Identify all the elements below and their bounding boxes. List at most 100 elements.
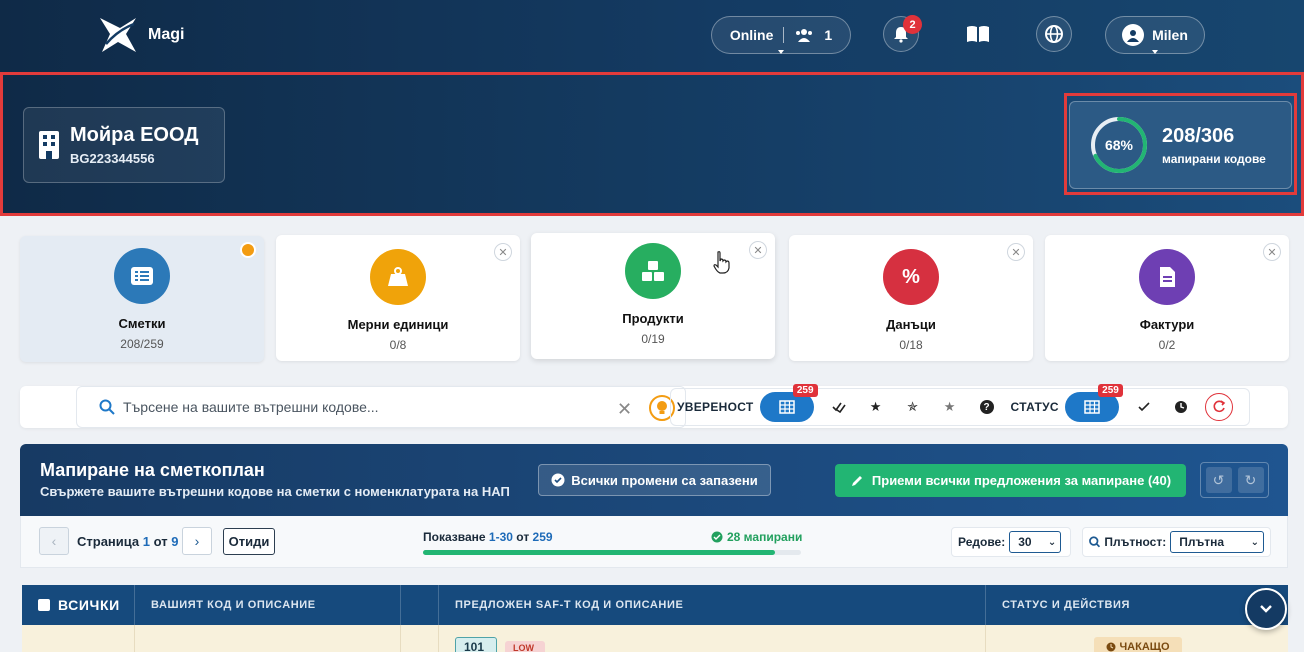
close-icon[interactable]: ✕ — [1263, 243, 1281, 261]
category-icon-circle: % — [883, 249, 939, 305]
star-half-icon[interactable]: ✯ — [900, 394, 926, 420]
status-header[interactable]: СТАТУС И ДЕЙСТВИЯ — [986, 585, 1288, 625]
hand-cursor-icon — [713, 251, 730, 274]
category-card-invoices[interactable]: ✕ Фактури 0/2 — [1045, 235, 1289, 361]
status-text: ЧАКАЩО — [1119, 641, 1170, 652]
top-navigation: Magi Online 1 2 Milen — [0, 0, 1304, 72]
category-name: Фактури — [1139, 317, 1195, 332]
list-icon — [131, 267, 153, 285]
company-card[interactable]: Мойра ЕООД BG223344556 — [23, 107, 225, 183]
online-label: Online — [729, 27, 774, 43]
category-card-taxes[interactable]: ✕ % Данъци 0/18 — [789, 235, 1033, 361]
chevron-down-icon — [1152, 50, 1158, 54]
star-icon[interactable]: ★ — [863, 394, 889, 420]
percent-icon: % — [902, 265, 920, 288]
chevron-down-icon — [1260, 605, 1272, 613]
building-icon — [39, 131, 59, 159]
check-circle-icon — [711, 531, 723, 543]
density-select[interactable]: Плътна ⌄ — [1170, 531, 1264, 553]
page-progress-bar — [423, 550, 801, 555]
density-value: Плътна — [1179, 535, 1225, 549]
page-progress-fill — [423, 550, 775, 555]
category-icon-circle — [625, 243, 681, 299]
clock-icon[interactable] — [1168, 394, 1194, 420]
progress-ring: 68% — [1090, 116, 1148, 174]
app-name: Magi — [148, 26, 185, 43]
search-box: ✕ — [76, 386, 686, 428]
panel-subtitle: Свържете вашите вътрешни кодове на сметк… — [40, 484, 510, 499]
select-all-header[interactable]: ВСИЧКИ — [22, 585, 135, 625]
saft-code-chip[interactable]: 101 — [455, 637, 497, 652]
page-word: Страница — [77, 534, 140, 549]
scroll-down-button[interactable] — [1245, 588, 1287, 630]
star-outline-icon[interactable]: ★ — [937, 394, 963, 420]
table-row[interactable]: 101 LOW ЧАКАЩО — [22, 625, 1288, 652]
search-input[interactable] — [123, 399, 613, 415]
showing-word: Показване — [423, 530, 486, 544]
suggested-code-cell[interactable]: 101 LOW — [439, 625, 986, 652]
clear-search-icon[interactable]: ✕ — [617, 399, 632, 420]
online-users-button[interactable]: Online 1 — [711, 16, 851, 54]
app-logo[interactable]: Magi — [96, 14, 184, 56]
category-icon-circle — [1139, 249, 1195, 305]
close-icon[interactable]: ✕ — [1007, 243, 1025, 261]
rows-select[interactable]: 30 ⌄ — [1009, 531, 1062, 553]
category-count: 0/2 — [1158, 338, 1176, 352]
category-name: Продукти — [622, 311, 684, 326]
check-icon[interactable] — [1131, 394, 1157, 420]
showing-range: Показване 1-30 от 259 — [423, 530, 553, 544]
category-name: Данъци — [886, 317, 936, 332]
double-check-icon[interactable] — [826, 394, 852, 420]
language-button[interactable] — [1036, 16, 1072, 52]
total-pages: 9 — [171, 534, 179, 549]
chevron-down-icon: ⌄ — [1250, 536, 1259, 548]
pagination-bar: ‹ Страница 1 от 9 › Отиди Показване 1-30… — [20, 516, 1288, 568]
category-count: 0/18 — [899, 338, 923, 352]
select-all-label: ВСИЧКИ — [58, 597, 120, 613]
check-circle-icon — [551, 473, 565, 487]
goto-page-button[interactable]: Отиди — [223, 528, 275, 555]
user-menu-button[interactable]: Milen — [1105, 16, 1205, 54]
confidence-label: УВЕРЕНОСТ — [677, 400, 754, 414]
spacer-header — [401, 585, 439, 625]
confidence-badge: LOW — [505, 641, 545, 652]
category-card-products[interactable]: ✕ Продукти 0/19 — [531, 233, 775, 359]
all-saved-button[interactable]: Всички промени са запазени — [538, 464, 771, 496]
row-select-cell[interactable] — [22, 625, 135, 652]
category-name: Сметки — [118, 316, 166, 331]
confidence-all-filter[interactable]: 259 — [759, 384, 818, 422]
filter-bar: ✕ УВЕРЕНОСТ 259 ★ ✯ ★ ? СТАТУС — [20, 384, 1288, 428]
redo-button[interactable]: ↻ — [1237, 467, 1264, 493]
select-all-checkbox[interactable] — [38, 599, 50, 611]
zoom-icon — [1089, 536, 1101, 548]
next-page-button[interactable]: › — [182, 527, 212, 555]
showing-range-value: 1-30 — [488, 530, 513, 544]
your-code-header[interactable]: ВАШИЯТ КОД И ОПИСАНИЕ — [135, 585, 401, 625]
confidence-status-filters: УВЕРЕНОСТ 259 ★ ✯ ★ ? СТАТУС 259 — [670, 384, 1250, 426]
table-grid-icon — [1084, 400, 1100, 414]
status-all-filter[interactable]: 259 — [1064, 384, 1123, 422]
notifications-button[interactable]: 2 — [883, 15, 922, 52]
notification-count-badge: 2 — [903, 15, 922, 34]
status-count-badge: 259 — [1098, 384, 1123, 397]
question-icon[interactable]: ? — [974, 394, 1000, 420]
table-header: ВСИЧКИ ВАШИЯТ КОД И ОПИСАНИЕ ПРЕДЛОЖЕН S… — [22, 585, 1288, 625]
category-count: 208/259 — [120, 337, 164, 351]
company-name: Мойра ЕООД — [70, 124, 199, 146]
showing-of: от — [516, 530, 530, 544]
category-card-units[interactable]: ✕ Мерни единици 0/8 — [276, 235, 520, 361]
prev-page-button[interactable]: ‹ — [39, 527, 69, 555]
suggested-code-header[interactable]: ПРЕДЛОЖЕН SAF-T КОД И ОПИСАНИЕ — [439, 585, 986, 625]
accept-all-suggestions-button[interactable]: Приеми всички предложения за мапиране (4… — [835, 464, 1186, 497]
close-icon[interactable]: ✕ — [494, 243, 512, 261]
invoice-icon — [1160, 267, 1175, 287]
current-page: 1 — [142, 534, 151, 549]
close-icon[interactable]: ✕ — [749, 241, 767, 259]
category-card-accounts[interactable]: Сметки 208/259 — [20, 236, 264, 362]
mapped-count: 208/306 — [1162, 124, 1235, 147]
undo-button[interactable]: ↺ — [1205, 467, 1232, 493]
refresh-icon — [1213, 400, 1226, 413]
documentation-button[interactable] — [960, 16, 996, 52]
reset-filters-button[interactable] — [1204, 393, 1233, 421]
mapping-progress-card: 68% 208/306 мапирани кодове — [1069, 101, 1292, 189]
